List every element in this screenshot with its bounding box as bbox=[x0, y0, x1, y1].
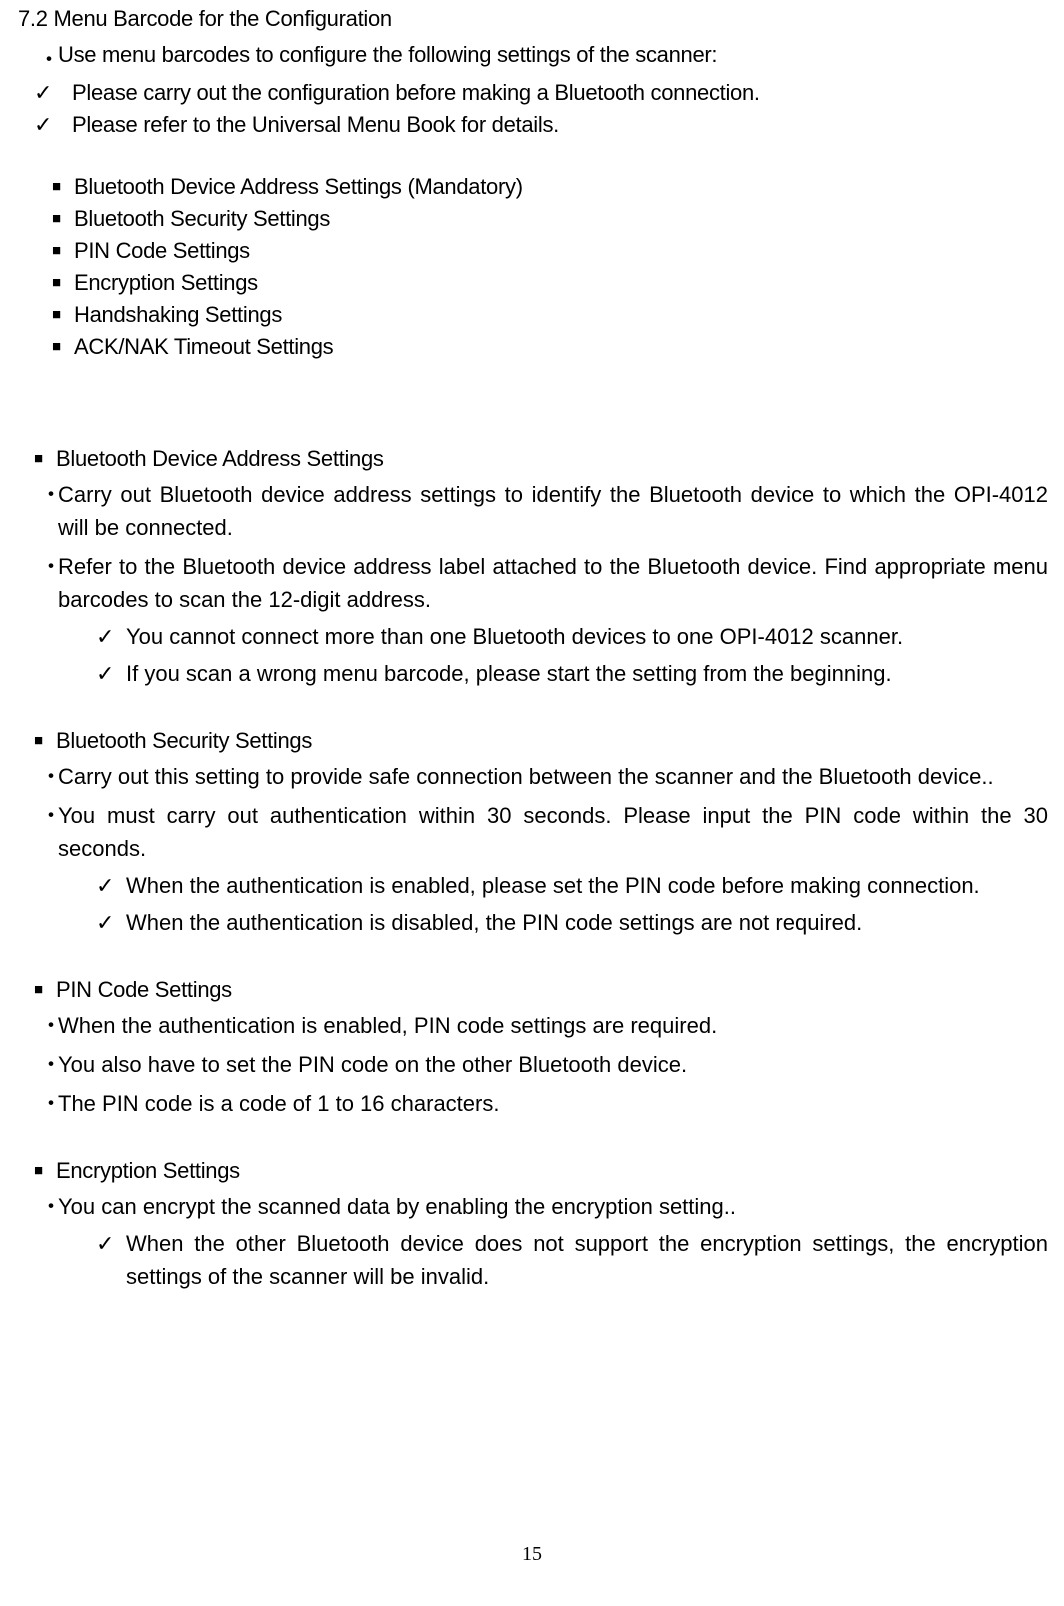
body-text: You can encrypt the scanned data by enab… bbox=[58, 1190, 1048, 1223]
sub-check-text: If you scan a wrong menu barcode, please… bbox=[126, 657, 892, 690]
bullet-dot-icon: ・ bbox=[38, 42, 58, 74]
subsection-title: Bluetooth Security Settings bbox=[56, 728, 312, 754]
body-text: Carry out this setting to provide safe c… bbox=[58, 760, 1048, 793]
intro-check-text: Please refer to the Universal Menu Book … bbox=[72, 112, 559, 138]
check-icon: ✓ bbox=[34, 80, 72, 106]
section-title: 7.2 Menu Barcode for the Configuration bbox=[16, 0, 1048, 32]
body-text: Refer to the Bluetooth device address la… bbox=[58, 550, 1048, 616]
toc-item: ■ ACK/NAK Timeout Settings bbox=[16, 334, 1048, 360]
intro-bullet-text: Use menu barcodes to configure the follo… bbox=[58, 42, 717, 68]
body-text: You also have to set the PIN code on the… bbox=[58, 1048, 1048, 1081]
body-bullet: ・ You also have to set the PIN code on t… bbox=[16, 1048, 1048, 1081]
toc-item-text: PIN Code Settings bbox=[74, 238, 250, 264]
subsection-heading-enc: ■ Encryption Settings bbox=[16, 1158, 1048, 1184]
bullet-dot-icon: ・ bbox=[40, 478, 58, 511]
toc-item-text: Handshaking Settings bbox=[74, 302, 282, 328]
intro-check-1: ✓ Please refer to the Universal Menu Boo… bbox=[16, 112, 1048, 138]
check-icon: ✓ bbox=[34, 112, 72, 138]
body-bullet: ・ The PIN code is a code of 1 to 16 char… bbox=[16, 1087, 1048, 1120]
toc-item-text: Bluetooth Device Address Settings (Manda… bbox=[74, 174, 523, 200]
body-text: The PIN code is a code of 1 to 16 charac… bbox=[58, 1087, 1048, 1120]
toc-item: ■ Bluetooth Device Address Settings (Man… bbox=[16, 174, 1048, 200]
check-icon: ✓ bbox=[96, 869, 126, 902]
square-bullet-icon: ■ bbox=[52, 334, 74, 360]
square-bullet-icon: ■ bbox=[34, 1158, 56, 1184]
toc-item-text: Bluetooth Security Settings bbox=[74, 206, 330, 232]
body-bullet: ・ You can encrypt the scanned data by en… bbox=[16, 1190, 1048, 1223]
toc-item: ■ Bluetooth Security Settings bbox=[16, 206, 1048, 232]
toc-item: ■ PIN Code Settings bbox=[16, 238, 1048, 264]
sub-check: ✓ When the authentication is enabled, pl… bbox=[16, 869, 1048, 902]
bullet-dot-icon: ・ bbox=[40, 799, 58, 832]
square-bullet-icon: ■ bbox=[52, 174, 74, 200]
square-bullet-icon: ■ bbox=[52, 302, 74, 328]
toc-item: ■ Handshaking Settings bbox=[16, 302, 1048, 328]
bullet-dot-icon: ・ bbox=[40, 760, 58, 793]
bullet-dot-icon: ・ bbox=[40, 1087, 58, 1120]
body-text: When the authentication is enabled, PIN … bbox=[58, 1009, 1048, 1042]
sub-check: ✓ When the authentication is disabled, t… bbox=[16, 906, 1048, 939]
square-bullet-icon: ■ bbox=[34, 728, 56, 754]
sub-check-text: When the other Bluetooth device does not… bbox=[126, 1227, 1048, 1293]
sub-check-text: When the authentication is disabled, the… bbox=[126, 906, 862, 939]
sub-check-text: When the authentication is enabled, plea… bbox=[126, 869, 980, 902]
body-bullet: ・ You must carry out authentication with… bbox=[16, 799, 1048, 865]
check-icon: ✓ bbox=[96, 906, 126, 939]
sub-check: ✓ If you scan a wrong menu barcode, plea… bbox=[16, 657, 1048, 690]
body-bullet: ・ When the authentication is enabled, PI… bbox=[16, 1009, 1048, 1042]
bullet-dot-icon: ・ bbox=[40, 1190, 58, 1223]
page-number: 15 bbox=[0, 1543, 1064, 1566]
square-bullet-icon: ■ bbox=[52, 270, 74, 296]
square-bullet-icon: ■ bbox=[34, 977, 56, 1003]
check-icon: ✓ bbox=[96, 1227, 126, 1260]
body-text: Carry out Bluetooth device address setti… bbox=[58, 478, 1048, 544]
subsection-title: PIN Code Settings bbox=[56, 977, 232, 1003]
bullet-dot-icon: ・ bbox=[40, 1009, 58, 1042]
subsection-heading-bdas: ■ Bluetooth Device Address Settings bbox=[16, 446, 1048, 472]
sub-check: ✓ You cannot connect more than one Bluet… bbox=[16, 620, 1048, 653]
subsection-heading-bss: ■ Bluetooth Security Settings bbox=[16, 728, 1048, 754]
intro-check-text: Please carry out the configuration befor… bbox=[72, 80, 760, 106]
body-bullet: ・ Carry out Bluetooth device address set… bbox=[16, 478, 1048, 544]
subsection-title: Encryption Settings bbox=[56, 1158, 240, 1184]
subsection-heading-pin: ■ PIN Code Settings bbox=[16, 977, 1048, 1003]
toc-item: ■ Encryption Settings bbox=[16, 270, 1048, 296]
square-bullet-icon: ■ bbox=[52, 206, 74, 232]
body-bullet: ・ Refer to the Bluetooth device address … bbox=[16, 550, 1048, 616]
sub-check-text: You cannot connect more than one Bluetoo… bbox=[126, 620, 903, 653]
toc-item-text: ACK/NAK Timeout Settings bbox=[74, 334, 333, 360]
body-bullet: ・ Carry out this setting to provide safe… bbox=[16, 760, 1048, 793]
bullet-dot-icon: ・ bbox=[40, 550, 58, 583]
sub-check: ✓ When the other Bluetooth device does n… bbox=[16, 1227, 1048, 1293]
bullet-dot-icon: ・ bbox=[40, 1048, 58, 1081]
intro-check-0: ✓ Please carry out the configuration bef… bbox=[16, 80, 1048, 106]
square-bullet-icon: ■ bbox=[34, 446, 56, 472]
intro-bullet: ・ Use menu barcodes to configure the fol… bbox=[16, 42, 1048, 74]
toc-item-text: Encryption Settings bbox=[74, 270, 258, 296]
subsection-title: Bluetooth Device Address Settings bbox=[56, 446, 384, 472]
body-text: You must carry out authentication within… bbox=[58, 799, 1048, 865]
check-icon: ✓ bbox=[96, 620, 126, 653]
check-icon: ✓ bbox=[96, 657, 126, 690]
square-bullet-icon: ■ bbox=[52, 238, 74, 264]
